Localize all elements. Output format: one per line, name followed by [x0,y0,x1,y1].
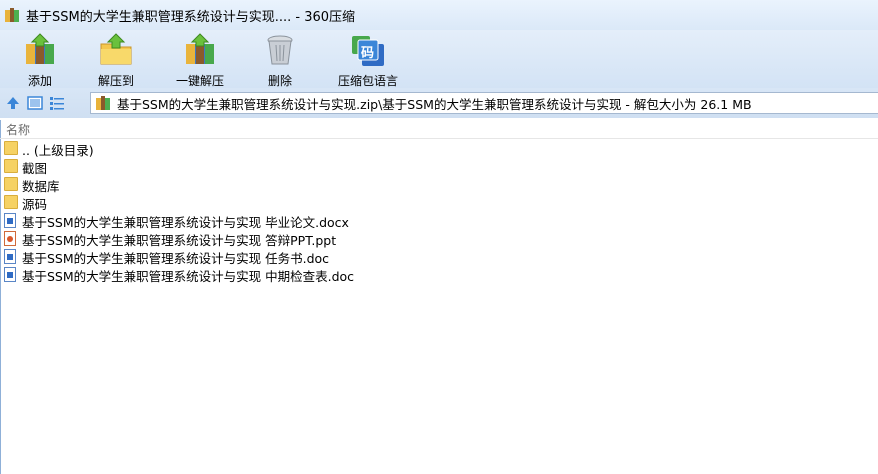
list-view-button[interactable] [48,94,66,112]
toolbar: 添加 解压到 一键解压 删除 码 压缩包语言 [0,30,878,88]
add-button[interactable]: 添加 [22,30,58,89]
path-text: 基于SSM的大学生兼职管理系统设计与实现.zip\基于SSM的大学生兼职管理系统… [117,96,752,112]
archive-language-label: 压缩包语言 [338,74,399,88]
list-item-label: 基于SSM的大学生兼职管理系统设计与实现 毕业论文.docx [22,214,349,230]
delete-button[interactable]: 删除 [262,30,298,89]
zip-archive-icon [95,95,111,111]
list-item-file[interactable]: 基于SSM的大学生兼职管理系统设计与实现 毕业论文.docx [0,212,878,230]
one-click-extract-label: 一键解压 [176,74,225,88]
app-icon [4,7,20,23]
list-item-label: 数据库 [22,178,60,194]
list-item-label: 基于SSM的大学生兼职管理系统设计与实现 中期检查表.doc [22,268,355,284]
list-item-label: 基于SSM的大学生兼职管理系统设计与实现 任务书.doc [22,250,330,266]
folder-icon [4,177,18,191]
window-title: 基于SSM的大学生兼职管理系统设计与实现.... - 360压缩 [26,9,356,25]
powerpoint-document-icon [4,231,16,246]
file-list: .. (上级目录) 截图 数据库 源码 基于SSM的大学生兼职管理系统设计与实现… [0,140,878,284]
word-document-icon [4,267,16,282]
list-item-label: .. (上级目录) [22,142,94,158]
path-field[interactable]: 基于SSM的大学生兼职管理系统设计与实现.zip\基于SSM的大学生兼职管理系统… [90,92,878,114]
folder-icon [4,159,18,173]
list-item-parent-dir[interactable]: .. (上级目录) [0,140,878,158]
thumbnail-view-button[interactable] [26,94,44,112]
address-bar: 基于SSM的大学生兼职管理系统设计与实现.zip\基于SSM的大学生兼职管理系统… [0,88,878,118]
word-document-icon [4,213,16,228]
add-archive-icon [22,32,58,68]
list-item-label: 截图 [22,160,48,176]
list-item-folder[interactable]: 截图 [0,158,878,176]
add-label: 添加 [27,74,52,88]
thumbnail-view-icon [27,96,43,110]
column-header: 名称 [0,120,878,139]
word-document-icon [4,249,16,264]
folder-icon [4,195,18,209]
arrow-up-icon [7,97,19,109]
list-item-label: 基于SSM的大学生兼职管理系统设计与实现 答辩PPT.ppt [22,232,337,248]
column-name-header[interactable]: 名称 [6,121,30,138]
title-bar: 基于SSM的大学生兼职管理系统设计与实现.... - 360压缩 [0,0,878,30]
list-item-label: 源码 [22,196,48,212]
up-level-button[interactable] [4,94,22,112]
list-item-folder[interactable]: 源码 [0,194,878,212]
delete-label: 删除 [268,74,293,88]
extract-to-icon [98,32,134,68]
one-click-extract-button[interactable]: 一键解压 [176,30,224,89]
list-item-file[interactable]: 基于SSM的大学生兼职管理系统设计与实现 任务书.doc [0,248,878,266]
extract-to-label: 解压到 [98,74,135,88]
list-item-file[interactable]: 基于SSM的大学生兼职管理系统设计与实现 中期检查表.doc [0,266,878,284]
list-view-icon [50,97,64,110]
language-glyph: 码 [361,46,375,61]
list-item-file[interactable]: 基于SSM的大学生兼职管理系统设计与实现 答辩PPT.ppt [0,230,878,248]
one-click-extract-icon [182,32,218,68]
folder-icon [4,141,18,155]
archive-language-button[interactable]: 码 压缩包语言 [338,30,398,89]
extract-to-button[interactable]: 解压到 [98,30,134,89]
list-item-folder[interactable]: 数据库 [0,176,878,194]
archive-language-icon: 码 [350,32,386,68]
delete-bin-icon [262,32,298,68]
